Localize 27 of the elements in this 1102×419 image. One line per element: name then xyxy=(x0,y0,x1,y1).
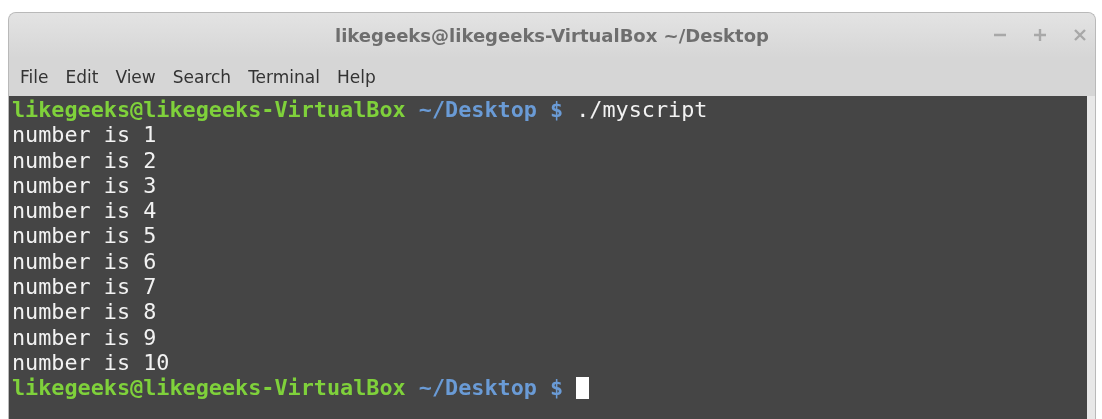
prompt-symbol: $ xyxy=(549,97,564,123)
window-title: likegeeks@likegeeks-VirtualBox ~/Desktop xyxy=(335,25,769,46)
prompt-user-host: likegeeks@likegeeks-VirtualBox xyxy=(12,375,406,401)
output-line: number is 5 xyxy=(12,223,157,249)
menu-item[interactable]: Edit xyxy=(65,67,99,87)
output-line: number is 4 xyxy=(12,198,157,224)
prompt-path: ~/Desktop xyxy=(418,375,537,401)
output-line: number is 2 xyxy=(12,147,157,173)
prompt-path: ~/Desktop xyxy=(418,97,537,123)
output-line: number is 7 xyxy=(12,274,157,300)
command-text: ./myscript xyxy=(576,97,708,123)
menu-item[interactable]: View xyxy=(115,67,156,87)
maximize-icon[interactable] xyxy=(1033,28,1047,42)
menu-item[interactable]: Terminal xyxy=(248,67,320,87)
prompt-user-host: likegeeks@likegeeks-VirtualBox xyxy=(12,97,406,123)
output-line: number is 8 xyxy=(12,299,157,325)
menu-item[interactable]: Search xyxy=(172,67,232,87)
menu-item[interactable]: File xyxy=(20,67,49,87)
output-line: number is 6 xyxy=(12,248,157,275)
output-line: number is 3 xyxy=(12,172,157,199)
prompt-symbol: $ xyxy=(549,375,564,401)
close-icon[interactable] xyxy=(1073,28,1087,42)
scrollbar-track[interactable] xyxy=(1087,96,1095,419)
output-line: number is 10 xyxy=(12,349,170,376)
menu-item[interactable]: Help xyxy=(336,67,376,87)
output-line: number is 1 xyxy=(12,122,157,148)
output-line: number is 9 xyxy=(12,324,157,350)
